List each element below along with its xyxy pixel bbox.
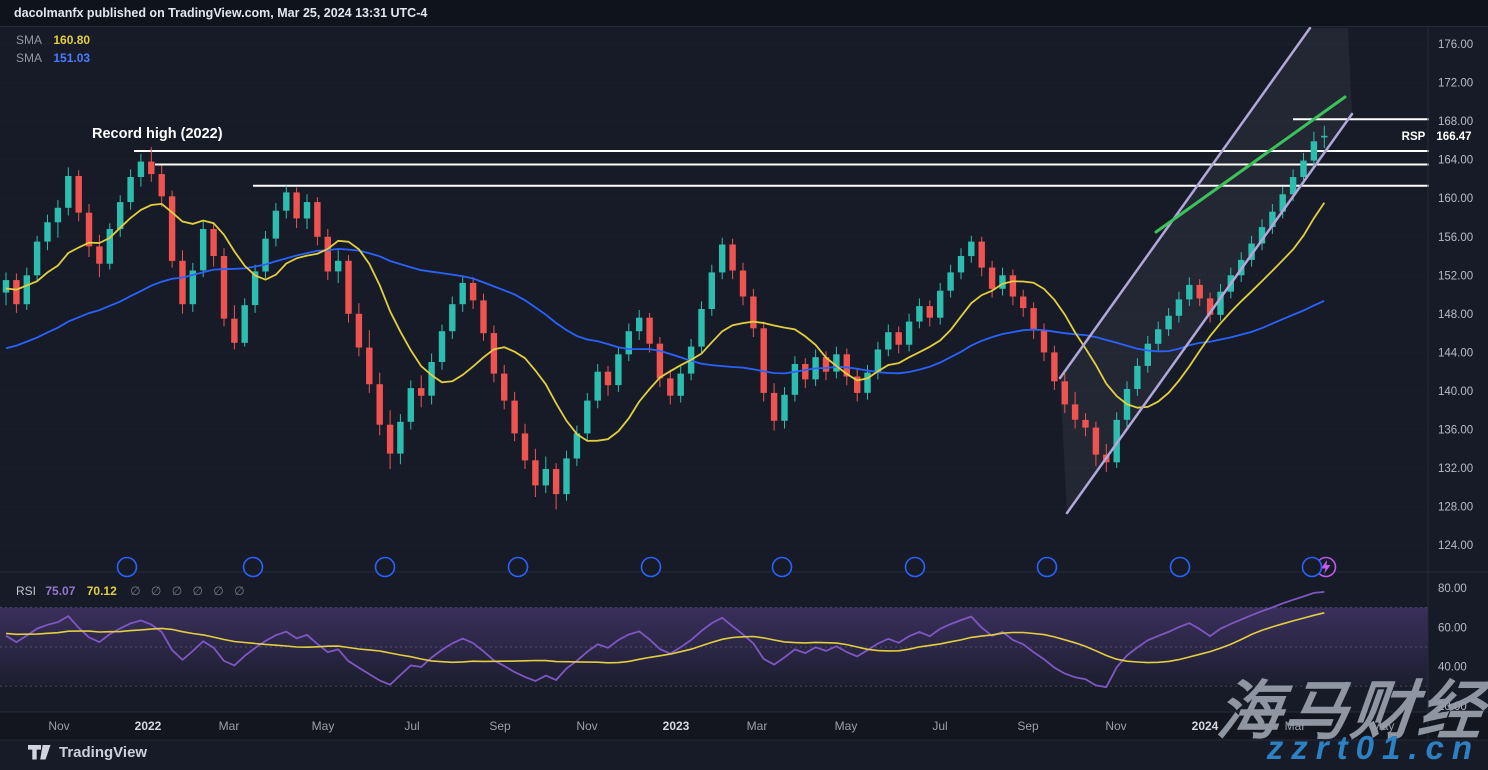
sma-legend: SMA 160.80 SMA 151.03 — [16, 31, 90, 67]
dividend-marker[interactable] — [1171, 558, 1190, 577]
month-tick-label[interactable]: Jul — [404, 719, 419, 733]
month-tick-label[interactable]: Mar — [219, 719, 240, 733]
month-tick-label[interactable]: Sep — [489, 719, 511, 733]
month-tick-label[interactable]: May — [312, 719, 335, 733]
price-tick-label: 152.00 — [1438, 270, 1473, 282]
publish-info-text: dacolmanfx published on TradingView.com,… — [14, 6, 427, 20]
channel-fill — [1060, 28, 1352, 513]
rsi-empty-slot: ∅ — [172, 584, 182, 598]
rsi-legend[interactable]: RSI 75.07 70.12 ∅ ∅ ∅ ∅ ∅ ∅ — [16, 584, 252, 598]
last-price-badge: 166.47 — [1431, 129, 1477, 146]
publish-info-bar: dacolmanfx published on TradingView.com,… — [0, 0, 1488, 27]
dividend-marker[interactable] — [642, 558, 661, 577]
rsi-empty-slot: ∅ — [130, 584, 140, 598]
price-tick-label: 136.00 — [1438, 425, 1473, 437]
record-high-annotation[interactable]: Record high (2022) — [92, 126, 223, 142]
month-tick-label[interactable]: May — [835, 719, 858, 733]
month-tick-label[interactable]: Jul — [932, 719, 947, 733]
dividend-marker[interactable] — [118, 558, 137, 577]
price-tick-label: 148.00 — [1438, 309, 1473, 321]
dividend-marker[interactable] — [244, 558, 263, 577]
watermark-url: zzrt01.cn — [1267, 729, 1480, 767]
tradingview-footer[interactable]: TradingView — [28, 744, 147, 761]
price-chart-canvas[interactable]: 176.00 172.00 168.00 164.00 160.00 156.00 152.… — [0, 0, 1488, 770]
dividend-marker[interactable] — [1303, 558, 1322, 577]
month-tick-label[interactable]: Sep — [1017, 719, 1039, 733]
tradingview-logo-icon — [28, 745, 51, 760]
rsi-empty-slot: ∅ — [213, 584, 223, 598]
price-tick-label: 128.00 — [1438, 502, 1473, 514]
rsi-tick-label: 80.00 — [1438, 583, 1467, 595]
price-tick-label: 176.00 — [1438, 39, 1473, 51]
tradingview-brand-text: TradingView — [59, 744, 147, 761]
price-tick-label: 140.00 — [1438, 386, 1473, 398]
dividend-marker[interactable] — [906, 558, 925, 577]
rsi-tick-label: 60.00 — [1438, 622, 1467, 634]
rsi-label: RSI — [16, 584, 36, 598]
price-tick-label: 124.00 — [1438, 540, 1473, 552]
rsi-empty-slot: ∅ — [151, 584, 161, 598]
dividend-marker[interactable] — [1038, 558, 1057, 577]
price-tick-label: 168.00 — [1438, 116, 1473, 128]
rsi-ma-value: 70.12 — [87, 584, 117, 598]
tradingview-chart-page: dacolmanfx published on TradingView.com,… — [0, 0, 1488, 770]
month-tick-label[interactable]: Nov — [1105, 719, 1126, 733]
sma-slow-row[interactable]: SMA 151.03 — [16, 49, 90, 67]
price-tick-label: 144.00 — [1438, 347, 1473, 359]
dividend-marker[interactable] — [773, 558, 792, 577]
price-tick-label: 164.00 — [1438, 155, 1473, 167]
year-tick-label[interactable]: 2023 — [663, 719, 690, 733]
sma-slow-value: 151.03 — [53, 51, 90, 65]
ticker-badge: RSP — [1399, 129, 1428, 146]
month-tick-label[interactable]: Nov — [48, 719, 69, 733]
sma-fast-row[interactable]: SMA 160.80 — [16, 31, 90, 49]
month-tick-label[interactable]: Mar — [747, 719, 768, 733]
price-tick-label: 172.00 — [1438, 78, 1473, 90]
rsi-empty-slot: ∅ — [234, 584, 244, 598]
price-tick-label: 132.00 — [1438, 463, 1473, 475]
sma-slow-label: SMA — [16, 51, 42, 65]
month-tick-label[interactable]: Nov — [576, 719, 597, 733]
rsi-band — [0, 608, 1428, 687]
dividend-marker[interactable] — [376, 558, 395, 577]
year-tick-label[interactable]: 2022 — [135, 719, 162, 733]
rsi-value: 75.07 — [45, 584, 75, 598]
rsi-empty-slot: ∅ — [193, 584, 203, 598]
sma-fast-label: SMA — [16, 33, 42, 47]
price-tick-label: 160.00 — [1438, 193, 1473, 205]
dividend-marker[interactable] — [509, 558, 528, 577]
sma-fast-value: 160.80 — [53, 33, 90, 47]
price-tick-label: 156.00 — [1438, 232, 1473, 244]
